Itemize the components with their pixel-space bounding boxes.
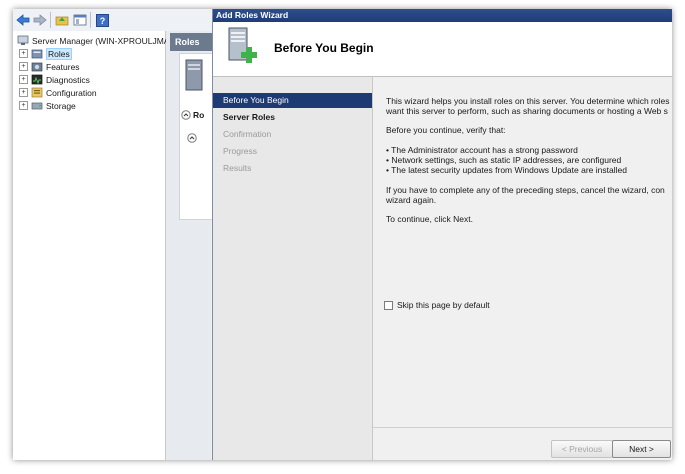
roles-summary-section[interactable]: Ro bbox=[181, 110, 204, 120]
details-pane: Roles Ro bbox=[166, 31, 215, 460]
intro-text-line2: want this server to perform, such as sha… bbox=[386, 106, 668, 116]
svg-text:?: ? bbox=[99, 16, 105, 26]
bullet-network-settings: • Network settings, such as static IP ad… bbox=[386, 155, 622, 165]
show-hide-console-button[interactable] bbox=[72, 12, 88, 28]
footer-divider bbox=[373, 427, 672, 428]
collapse-icon[interactable] bbox=[187, 133, 197, 143]
tree-root-label: Server Manager (WIN-XPROULJMA bbox=[32, 35, 170, 46]
skip-page-label[interactable]: Skip this page by default bbox=[397, 300, 490, 310]
expand-icon[interactable]: + bbox=[19, 101, 28, 110]
expand-icon[interactable]: + bbox=[19, 62, 28, 71]
toolbar-separator bbox=[50, 12, 51, 28]
server-icon bbox=[185, 59, 203, 91]
tree-item-label: Storage bbox=[46, 100, 76, 111]
storage-icon bbox=[31, 102, 43, 110]
step-server-roles[interactable]: Server Roles bbox=[213, 110, 372, 125]
skip-page-checkbox[interactable] bbox=[384, 301, 393, 310]
console-tree-icon bbox=[73, 14, 87, 26]
continue-text: To continue, click Next. bbox=[386, 214, 473, 224]
tree-item-label: Features bbox=[46, 61, 80, 72]
roles-summary-panel: Ro bbox=[179, 53, 213, 220]
wizard-content: This wizard helps you install roles on t… bbox=[373, 77, 672, 427]
help-icon: ? bbox=[95, 13, 109, 27]
tree-item-features[interactable]: + Features bbox=[19, 60, 80, 73]
bullet-security-updates: • The latest security updates from Windo… bbox=[386, 165, 627, 175]
expand-icon[interactable]: + bbox=[19, 75, 28, 84]
next-button[interactable]: Next > bbox=[612, 440, 671, 458]
complete-steps-line2: wizard again. bbox=[386, 195, 437, 205]
tree-item-label: Configuration bbox=[46, 87, 97, 98]
tree-root[interactable]: Server Manager (WIN-XPROULJMA bbox=[17, 34, 169, 47]
configuration-icon bbox=[31, 87, 43, 98]
forward-arrow-icon bbox=[33, 14, 47, 26]
server-manager-window: ? Server Manager (WIN-XPROULJMA + Roles … bbox=[13, 9, 672, 460]
wizard-steps: Before You Begin Server Roles Confirmati… bbox=[213, 77, 373, 460]
wizard-header: Before You Begin bbox=[213, 22, 672, 77]
tree-item-storage[interactable]: + Storage bbox=[19, 99, 76, 112]
expand-icon[interactable]: + bbox=[19, 49, 28, 58]
expand-icon[interactable]: + bbox=[19, 88, 28, 97]
step-results: Results bbox=[223, 163, 252, 173]
intro-text-line1: This wizard helps you install roles on t… bbox=[386, 96, 670, 106]
server-manager-icon bbox=[17, 35, 29, 45]
help-button[interactable]: ? bbox=[94, 12, 110, 28]
add-server-role-icon bbox=[228, 27, 257, 63]
tree-item-roles[interactable]: + Roles bbox=[19, 47, 72, 60]
verify-text: Before you continue, verify that: bbox=[386, 125, 506, 135]
back-arrow-icon bbox=[16, 14, 30, 26]
up-folder-icon bbox=[55, 16, 69, 26]
page-title: Before You Begin bbox=[274, 41, 374, 55]
tree-item-label: Diagnostics bbox=[46, 74, 90, 85]
complete-steps-line1: If you have to complete any of the prece… bbox=[386, 185, 665, 195]
roles-icon bbox=[31, 49, 43, 59]
features-icon bbox=[31, 62, 43, 72]
console-tree: Server Manager (WIN-XPROULJMA + Roles + … bbox=[13, 31, 169, 460]
wizard-title-bar: Add Roles Wizard bbox=[213, 9, 672, 22]
toolbar: ? bbox=[13, 9, 213, 31]
up-folder-button[interactable] bbox=[54, 12, 70, 28]
tree-item-label: Roles bbox=[46, 47, 72, 60]
step-confirmation: Confirmation bbox=[223, 129, 272, 139]
add-roles-wizard: Add Roles Wizard Before You Begin Before… bbox=[212, 9, 672, 460]
tree-item-diagnostics[interactable]: + Diagnostics bbox=[19, 73, 90, 86]
diagnostics-icon bbox=[31, 74, 43, 85]
collapse-icon bbox=[181, 110, 191, 120]
section-label: Ro bbox=[193, 110, 205, 120]
step-progress: Progress bbox=[223, 146, 258, 156]
bullet-admin-password: • The Administrator account has a strong… bbox=[386, 145, 578, 155]
tree-item-configuration[interactable]: + Configuration bbox=[19, 86, 97, 99]
toolbar-separator bbox=[90, 12, 91, 28]
previous-button[interactable]: < Previous bbox=[551, 440, 613, 458]
back-button[interactable] bbox=[15, 12, 31, 28]
step-before-you-begin[interactable]: Before You Begin bbox=[213, 93, 372, 108]
roles-header-tab: Roles bbox=[170, 33, 215, 51]
forward-button[interactable] bbox=[32, 12, 48, 28]
